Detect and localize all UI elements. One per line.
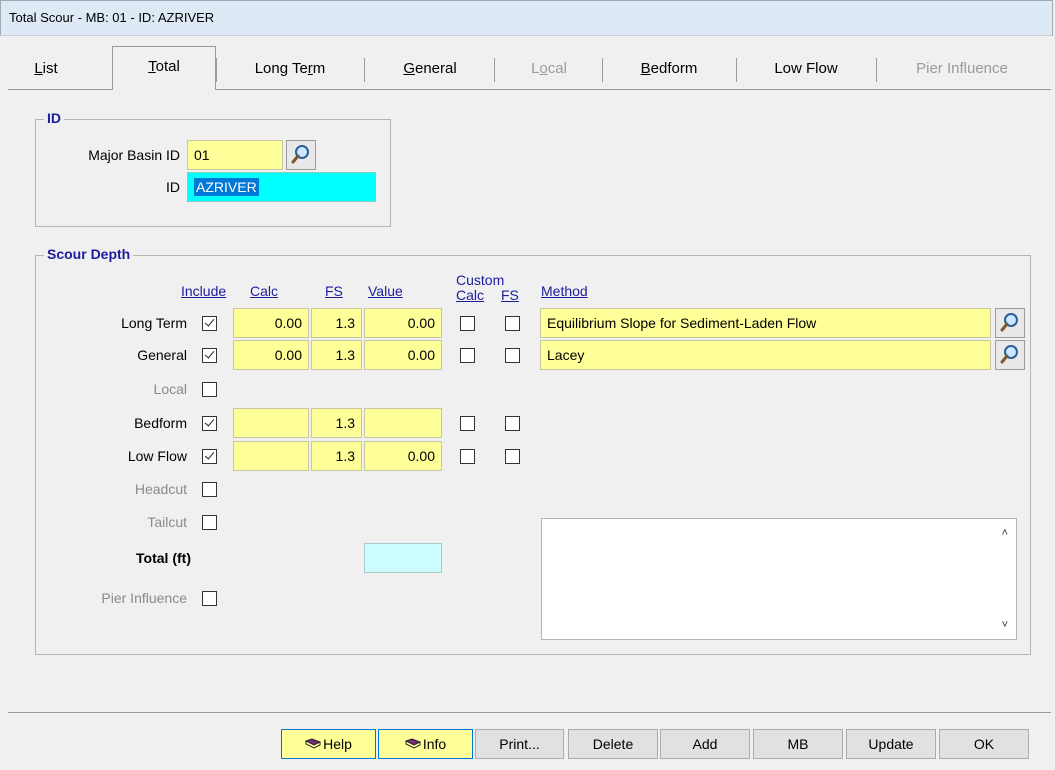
notes-memo[interactable]: ˄ ˅ [541,518,1017,640]
row-long-term-value[interactable]: 0.00 [364,308,442,338]
row-general-custom-fs-checkbox[interactable] [505,348,520,363]
info-label: Info [422,736,447,752]
row-long-term-include-checkbox[interactable] [202,316,217,331]
header-fs[interactable]: FS [325,283,343,299]
tab-total[interactable]: Total [112,46,216,90]
pier-influence-checkbox[interactable] [202,591,217,606]
pier-influence-label: Pier Influence [101,590,187,606]
row-long-term-fs[interactable]: 1.3 [311,308,362,338]
row-low-flow-value[interactable]: 0.00 [364,441,442,471]
tab-strip: List Total Long Term General Local Bedfo… [0,46,1055,90]
tab-local: Local [531,60,567,77]
header-custom-fs[interactable]: FS [501,287,519,303]
row-bedform-label: Bedform [134,415,187,431]
print-button[interactable]: Print... [475,729,564,759]
add-button[interactable]: Add [660,729,750,759]
scour-depth-title: Scour Depth [44,246,134,262]
major-basin-label: Major Basin ID [88,147,180,163]
row-low-flow-custom-fs-checkbox[interactable] [505,449,520,464]
tab-bedform[interactable]: Bedform [604,50,734,88]
row-low-flow-calc[interactable] [233,441,309,471]
row-headcut-label: Headcut [134,481,187,497]
title-bar: Total Scour - MB: 01 - ID: AZRIVER [0,0,1053,36]
row-low-flow-fs[interactable]: 1.3 [311,441,362,471]
ok-button[interactable]: OK [939,729,1029,759]
total-label: Total (ft) [136,550,191,566]
magnifier-icon [1000,313,1018,332]
row-general-method-lookup-button[interactable] [995,340,1025,370]
row-tailcut-label: Tailcut [147,514,187,530]
row-general-custom-calc-checkbox[interactable] [460,348,475,363]
row-long-term-method[interactable]: Equilibrium Slope for Sediment-Laden Flo… [540,308,991,338]
id-input-value: AZRIVER [194,178,259,196]
row-bedform-custom-calc-checkbox[interactable] [460,416,475,431]
total-value [364,543,442,573]
row-general-include-checkbox[interactable] [202,348,217,363]
tab-long-term[interactable]: Long Term [218,50,362,88]
help-label: Help [323,736,352,752]
header-custom-calc[interactable]: Calc [456,287,484,303]
row-local-label: Local [153,381,187,397]
id-input[interactable]: AZRIVER [187,172,376,202]
header-custom: Custom [456,272,505,288]
row-low-flow-include-checkbox[interactable] [202,449,217,464]
help-button[interactable]: Help [281,729,376,759]
info-button[interactable]: Info [378,729,473,759]
row-low-flow-custom-calc-checkbox[interactable] [460,449,475,464]
row-low-flow-label: Low Flow [127,448,187,464]
row-general-method[interactable]: Lacey [540,340,991,370]
id-group-title: ID [44,110,64,126]
magnifier-icon [1000,345,1018,364]
row-bedform-value[interactable] [364,408,442,438]
row-long-term-custom-calc-checkbox[interactable] [460,316,475,331]
row-bedform-include-checkbox[interactable] [202,416,217,431]
book-icon [305,738,322,749]
header-calc[interactable]: Calc [250,283,278,299]
row-general-fs[interactable]: 1.3 [311,340,362,370]
row-headcut-include-checkbox[interactable] [202,482,217,497]
header-include[interactable]: Include [181,283,226,299]
tab-list[interactable]: List [20,50,72,88]
mb-button[interactable]: MB [753,729,843,759]
header-method[interactable]: Method [541,283,588,299]
row-long-term-calc[interactable]: 0.00 [233,308,309,338]
row-general-label: General [137,347,187,363]
book-icon [404,738,421,749]
row-local-include-checkbox[interactable] [202,382,217,397]
row-general-calc[interactable]: 0.00 [233,340,309,370]
tab-pier-influence: Pier Influence [916,60,1008,77]
scroll-down-icon[interactable]: ˅ [1002,619,1008,631]
row-long-term-method-lookup-button[interactable] [995,308,1025,338]
row-tailcut-include-checkbox[interactable] [202,515,217,530]
tab-general[interactable]: General [366,50,494,88]
scroll-up-icon[interactable]: ˄ [1002,527,1008,539]
header-value[interactable]: Value [368,283,403,299]
id-label: ID [166,179,180,195]
row-long-term-label: Long Term [121,315,187,331]
major-basin-lookup-button[interactable] [286,140,316,170]
window-title: Total Scour - MB: 01 - ID: AZRIVER [9,10,215,25]
magnifier-icon [291,145,309,164]
row-general-value[interactable]: 0.00 [364,340,442,370]
delete-button[interactable]: Delete [568,729,658,759]
row-bedform-calc[interactable] [233,408,309,438]
row-long-term-custom-fs-checkbox[interactable] [505,316,520,331]
row-bedform-fs[interactable]: 1.3 [311,408,362,438]
update-button[interactable]: Update [846,729,936,759]
bottom-separator [8,712,1051,713]
tab-low-flow[interactable]: Low Flow [738,50,874,88]
major-basin-input[interactable]: 01 [187,140,283,170]
row-bedform-custom-fs-checkbox[interactable] [505,416,520,431]
